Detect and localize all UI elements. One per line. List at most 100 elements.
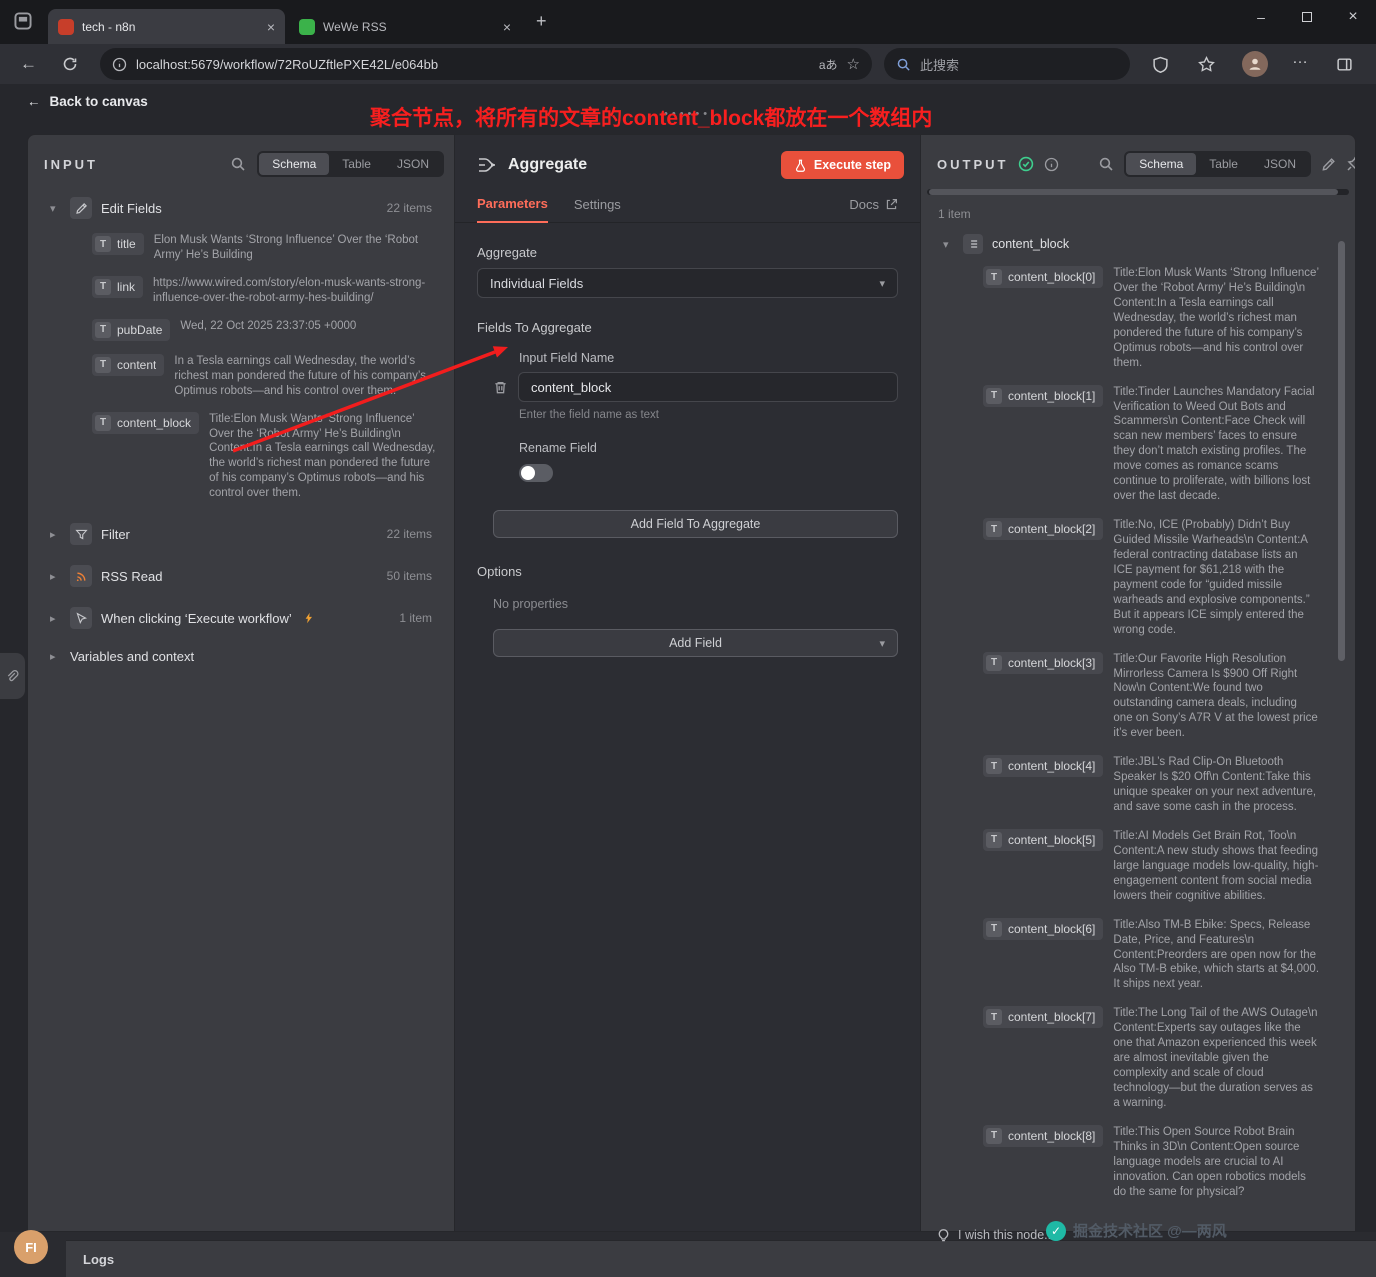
output-vertical-scrollbar[interactable] [1338,241,1345,661]
field-key-pill[interactable]: Tcontent_block[8] [983,1124,1104,1147]
field-key-pill[interactable]: Tcontent_block[0] [983,266,1104,288]
schema-field-row: TpubDate Wed, 22 Oct 2025 23:37:05 +0000 [92,318,438,341]
chevron-down-icon[interactable]: ▾ [943,238,954,251]
info-icon[interactable] [1044,157,1059,172]
type-text-icon: T [986,387,1002,404]
window-maximize-button[interactable] [1284,0,1330,33]
more-menu-icon[interactable]: … [1292,50,1308,68]
output-horizontal-scrollbar[interactable] [927,189,1349,195]
field-value: Title:Our Favorite High Resolution Mirro… [1113,652,1318,740]
tab-table[interactable]: Table [1196,153,1251,175]
refresh-icon[interactable] [62,56,78,72]
translate-icon[interactable]: aあ [819,56,838,73]
tab-close-icon[interactable]: × [503,19,511,35]
sidebar-toggle-icon[interactable] [1336,56,1353,73]
node-feedback-link[interactable]: I wish this node... [936,1227,1055,1242]
chevron-right-icon[interactable]: ▸ [50,650,61,663]
output-root-key: content_block [992,237,1070,251]
field-key-pill[interactable]: Tcontent_block[3] [983,651,1104,674]
search-box[interactable]: 此搜索 [884,48,1130,80]
input-panel-header: INPUT Schema Table JSON [28,135,454,187]
logs-bar[interactable]: Logs [66,1240,1376,1277]
user-avatar[interactable]: FI [14,1230,48,1264]
tab-json[interactable]: JSON [384,153,442,175]
trash-icon[interactable] [493,380,508,395]
field-key-pill[interactable]: Tcontent_block[6] [983,917,1104,940]
schema-field-row: Tcontent_block[4] Title:JBL’s Rad Clip-On… [983,755,1319,815]
site-info-icon[interactable] [112,57,127,72]
tab-close-icon[interactable]: × [267,19,275,35]
tab-actions-icon[interactable] [12,10,34,32]
field-key-pill[interactable]: Tcontent_block [92,411,200,434]
field-key-pill[interactable]: Ttitle [92,233,144,255]
tab-schema[interactable]: Schema [259,153,330,175]
search-icon[interactable] [230,156,246,172]
field-key-label: content_block[7] [1008,1010,1096,1025]
url-bar[interactable]: localhost:5679/workflow/72RoUZftlePXE42L… [100,48,872,80]
edit-fields-node-header[interactable]: ▾ Edit Fields 22 items [28,187,454,229]
paperclip-icon [5,669,20,684]
favorite-star-icon[interactable]: ☆ [847,55,860,73]
field-key-pill[interactable]: Tcontent_block[7] [983,1006,1104,1029]
browser-tab-inactive[interactable]: WeWe RSS × [289,9,521,44]
field-key-pill[interactable]: Tcontent_block[5] [983,828,1104,851]
field-key-pill[interactable]: Tlink [92,275,144,298]
schema-field-row: Tcontent_block[3] Title:Our Favorite High… [983,651,1319,742]
back-to-canvas-link[interactable]: ← Back to canvas [27,94,148,109]
chevron-right-icon[interactable]: ▸ [50,528,61,541]
field-key-label: pubDate [117,322,163,337]
field-value: https://www.wired.com/story/elon-musk-wa… [153,276,426,304]
favorites-bar-icon[interactable] [1198,56,1215,73]
chevron-right-icon[interactable]: ▸ [50,570,61,583]
tab-parameters[interactable]: Parameters [477,196,548,223]
trigger-icon [70,607,92,630]
type-text-icon: T [986,1009,1002,1026]
execute-step-button[interactable]: Execute step [780,151,904,179]
field-key-pill[interactable]: TpubDate [92,318,171,341]
search-icon[interactable] [1098,156,1114,172]
type-text-icon: T [95,414,111,431]
rename-field-toggle[interactable] [519,464,553,482]
tab-schema[interactable]: Schema [1126,153,1197,175]
tab-settings[interactable]: Settings [574,197,621,222]
filter-icon [70,523,92,546]
scrollbar-thumb[interactable] [929,189,1339,195]
add-field-to-aggregate-button[interactable]: Add Field To Aggregate [493,510,898,538]
input-node-row[interactable]: ▸ Variables and context [28,639,454,674]
window-close-button[interactable]: × [1330,0,1376,33]
chevron-down-icon[interactable]: ▾ [50,202,61,215]
add-option-button[interactable]: Add Field ▾ [493,629,898,657]
back-navigation-icon[interactable]: ← [20,54,37,74]
input-node-row[interactable]: ▸ Filter 22 items [28,513,454,555]
node-item-count: 50 items [386,569,432,584]
field-key-label: content_block[2] [1008,522,1096,537]
schema-field-row: Tlink https://www.wired.com/story/elon-mu… [92,275,438,306]
field-key-pill[interactable]: Tcontent_block[1] [983,384,1104,407]
chevron-right-icon[interactable]: ▸ [50,612,61,625]
type-text-icon: T [986,521,1002,538]
options-header: Options [477,564,522,579]
field-key-label: content [117,357,157,372]
edit-output-icon[interactable] [1321,157,1336,172]
annotation-text: 聚合节点，将所有的文章的content_block都放在一个数组内 [370,107,933,130]
url-text[interactable]: localhost:5679/workflow/72RoUZftlePXE42L… [136,57,810,72]
field-key-pill[interactable]: Tcontent [92,353,165,376]
type-text-icon: T [95,278,111,295]
field-key-pill[interactable]: Tcontent_block[2] [983,518,1104,541]
side-panel-handle[interactable] [0,652,26,700]
profile-avatar[interactable] [1242,51,1268,77]
browser-essentials-icon[interactable] [1152,56,1169,73]
new-tab-button[interactable]: + [536,11,547,32]
pin-data-icon[interactable] [1346,156,1355,172]
field-name-input[interactable] [518,372,898,402]
tab-table[interactable]: Table [329,153,384,175]
input-node-row[interactable]: ▸ When clicking ‘Execute workflow’ 1 item [28,597,454,639]
field-key-pill[interactable]: Tcontent_block[4] [983,755,1104,778]
aggregate-mode-select[interactable]: Individual Fields ▾ [477,268,898,298]
window-minimize-button[interactable]: – [1238,0,1284,33]
docs-link[interactable]: Docs [849,197,898,222]
input-node-row[interactable]: ▸ RSS Read 50 items [28,555,454,597]
tab-json[interactable]: JSON [1251,153,1309,175]
output-root-row[interactable]: ▾ content_block [921,221,1355,262]
browser-tab-active[interactable]: tech - n8n × [48,9,285,44]
